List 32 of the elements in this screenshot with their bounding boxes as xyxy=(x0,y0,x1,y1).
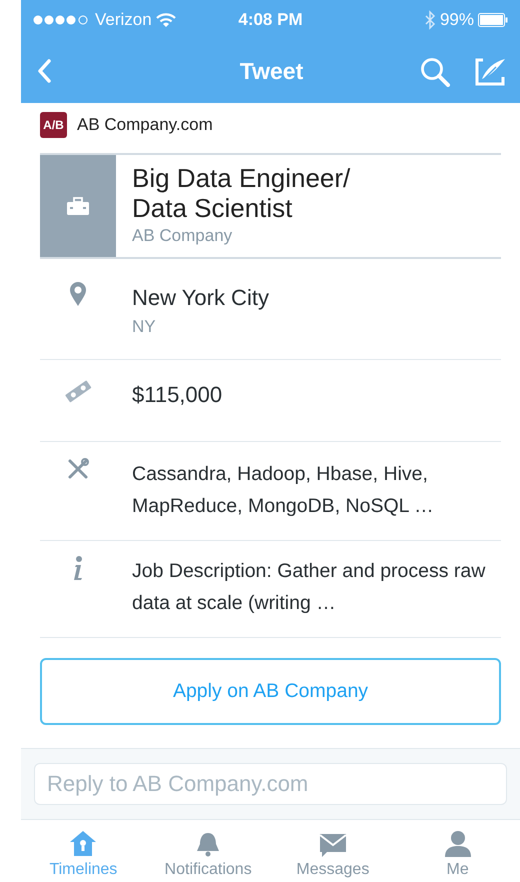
briefcase-icon xyxy=(67,196,89,215)
search-icon[interactable] xyxy=(420,56,450,86)
detail-subtext: NY xyxy=(132,316,157,338)
company-logo: A/B xyxy=(40,112,67,138)
reply-field[interactable]: Reply to AB Company.com xyxy=(34,763,507,805)
tab-item[interactable]: Notifications xyxy=(146,820,270,882)
back-button[interactable] xyxy=(37,59,51,84)
location-pin-icon xyxy=(69,280,87,306)
person-icon xyxy=(444,830,472,858)
compose-icon[interactable] xyxy=(474,56,506,86)
info-icon xyxy=(71,555,85,581)
detail-value: $115,000 xyxy=(132,381,224,409)
wifi-icon xyxy=(156,12,176,28)
screen-title: Tweet xyxy=(238,57,304,86)
company-name: AB Company xyxy=(132,225,234,247)
detail-text: Job Description: Gather and process raw data at scale (writing … xyxy=(132,559,486,616)
detail-text: Cassandra, Hadoop, Hbase, Hive, MapReduce, MongoDB, NoSQL … xyxy=(132,462,435,519)
bluetooth-icon xyxy=(424,10,436,30)
tab-item[interactable]: Messages xyxy=(270,820,396,882)
tab-item[interactable]: Timelines xyxy=(21,820,146,882)
job-title: Big Data Engineer/ Data Scientist xyxy=(132,163,350,223)
tools-icon xyxy=(67,458,89,480)
battery-percent: 99% xyxy=(440,9,474,32)
home-icon xyxy=(69,830,98,858)
tab-item[interactable]: Me xyxy=(395,820,520,882)
back-icon xyxy=(37,59,51,84)
detail-value: New York City xyxy=(132,284,270,312)
carrier-name: Verizon xyxy=(95,9,152,32)
battery-icon xyxy=(478,13,508,27)
status-time: 4:08 PM xyxy=(237,9,304,32)
author-name: AB Company.com xyxy=(77,114,213,136)
apply-button[interactable]: Apply on AB Company xyxy=(40,658,501,725)
